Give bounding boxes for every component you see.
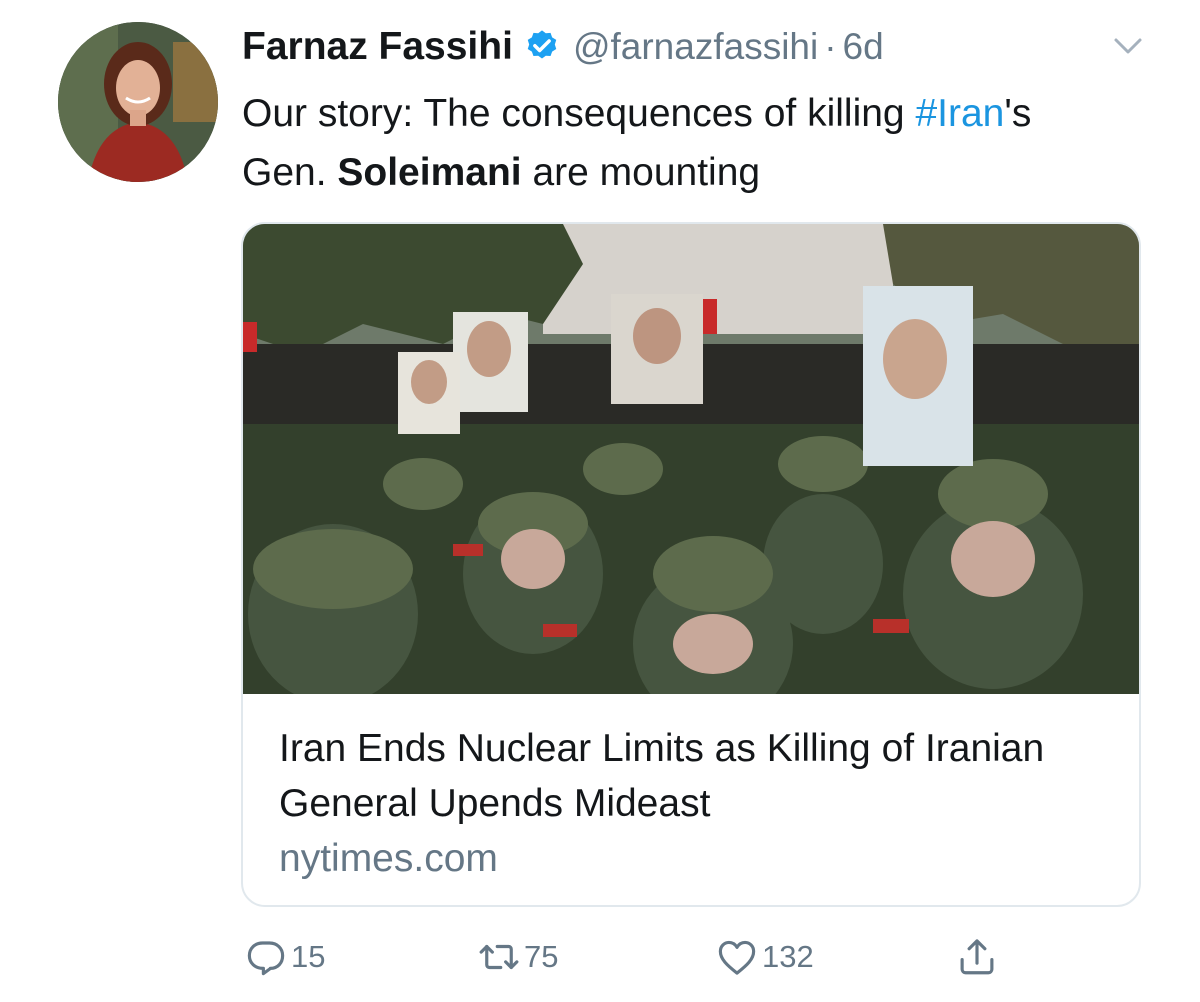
card-image — [243, 224, 1139, 694]
avatar-image — [58, 22, 218, 182]
tweet-text-bold: Soleimani — [337, 151, 522, 194]
retweet-icon — [479, 944, 519, 970]
tweet-header: Farnaz Fassihi @farnazfassihi · 6d — [242, 22, 884, 72]
share-icon — [960, 939, 994, 975]
author-handle[interactable]: @farnazfassihi — [573, 26, 818, 68]
chevron-down-icon[interactable] — [1110, 30, 1146, 60]
like-icon — [718, 940, 756, 975]
tweet-text: Our story: The consequences of killing #… — [242, 84, 1102, 202]
card-title: Iran Ends Nuclear Limits as Killing of I… — [279, 727, 1045, 825]
retweet-button[interactable]: 75 — [478, 936, 558, 978]
like-count: 132 — [762, 939, 814, 974]
share-button[interactable] — [956, 936, 998, 978]
tweet-timestamp[interactable]: 6d — [843, 26, 884, 68]
reply-count: 15 — [291, 939, 326, 974]
link-card[interactable]: Iran Ends Nuclear Limits as Killing of I… — [241, 222, 1141, 907]
tweet-text-suffix: are mounting — [521, 151, 761, 194]
author-name[interactable]: Farnaz Fassihi — [242, 25, 513, 69]
verified-icon — [527, 30, 557, 59]
card-domain: nytimes.com — [279, 837, 498, 880]
like-button[interactable]: 132 — [716, 936, 814, 978]
tweet-actions: 15 75 132 — [0, 930, 1200, 990]
author-avatar[interactable] — [58, 22, 218, 182]
reply-button[interactable]: 15 — [245, 936, 325, 978]
hashtag-link[interactable]: #Iran — [915, 92, 1004, 135]
retweet-count: 75 — [524, 939, 559, 974]
separator-dot: · — [824, 26, 837, 67]
reply-icon — [247, 941, 285, 976]
tweet-text-prefix: Our story: The consequences of killing — [242, 92, 916, 135]
